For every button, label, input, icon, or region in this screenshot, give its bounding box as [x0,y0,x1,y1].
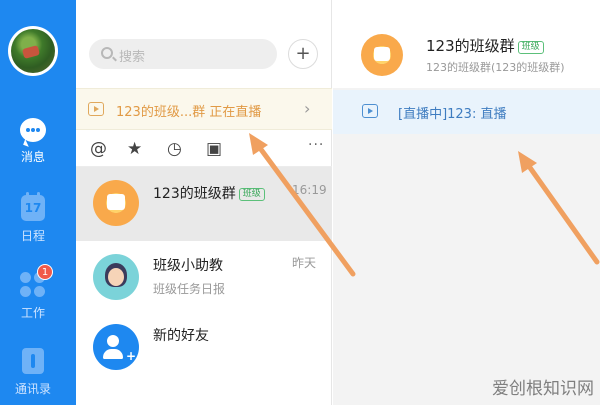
star-icon[interactable]: ★ [127,140,142,158]
archive-icon[interactable]: ▣ [206,140,222,158]
list-item[interactable]: 123的班级群 班级 16:19 [76,167,332,241]
session-list-pane: 搜索 + 123的班级...群 正在直播 › @ ★ ◷ ▣ ··· 123的班… [76,0,332,405]
list-item-name: 123的班级群 班级 [153,183,265,203]
live-banner-text: 123的班级...群 正在直播 [116,105,262,120]
add-friend-avatar: + [93,324,139,370]
live-tv-icon [88,102,104,116]
class-tag: 班级 [238,188,265,201]
assistant-avatar [93,254,139,300]
nav-item-label: 通讯录 [14,382,51,396]
nav-item-contacts[interactable]: 通讯录 [0,348,66,397]
search-icon [101,47,113,59]
nav-item-label: 消息 [20,150,45,164]
chat-pane: 123的班级群 班级 123的班级群(123的班级群) [直播中]123: 直播 [333,0,600,405]
list-item-name: 班级小助教 [153,258,223,274]
chat-subtitle: 123的班级群(123的班级群) [426,61,565,74]
calendar-icon: 17 [21,192,45,221]
add-button[interactable]: + [288,39,318,69]
nav-item-messages[interactable]: 消息 [0,118,66,165]
nav-item-label: 日程 [20,229,45,243]
search-input[interactable]: 搜索 [89,39,277,69]
mention-icon[interactable]: @ [90,140,107,158]
chat-live-banner[interactable]: [直播中]123: 直播 [333,90,600,134]
chevron-right-icon: › [304,99,311,118]
more-icon[interactable]: ··· [308,137,324,153]
watermark: 爱创根知识网 [492,379,594,399]
list-item[interactable]: 班级小助教 班级任务日报 昨天 [76,241,332,315]
live-tv-icon [362,104,378,118]
contacts-icon [22,348,44,374]
chat-title: 123的班级群 班级 [426,35,544,56]
nav-item-label: 工作 [20,306,45,320]
nav-item-schedule[interactable]: 17 日程 [0,192,66,244]
list-item-time: 16:19 [292,183,327,197]
search-placeholder: 搜索 [119,50,146,65]
group-avatar [93,180,139,226]
nav-rail: 消息 17 日程 工作 1 通讯录 [0,0,76,405]
user-avatar[interactable] [8,26,58,76]
list-item-subtitle: 班级任务日报 [153,282,226,296]
list-item-name: 新的好友 [153,328,209,344]
list-item-time: 昨天 [292,256,317,270]
filter-bar: @ ★ ◷ ▣ ··· [76,131,332,167]
chat-live-text: [直播中]123: 直播 [398,107,507,122]
group-avatar[interactable] [361,34,403,76]
live-banner[interactable]: 123的班级...群 正在直播 › [76,88,332,130]
class-tag: 班级 [517,41,544,54]
unread-badge: 1 [37,264,53,280]
nav-item-work[interactable]: 工作 [0,272,66,321]
clock-icon[interactable]: ◷ [167,140,182,158]
list-item[interactable]: + 新的好友 [76,311,332,385]
message-bubble-icon [20,118,46,142]
chat-header: 123的班级群 班级 123的班级群(123的班级群) [333,0,600,88]
